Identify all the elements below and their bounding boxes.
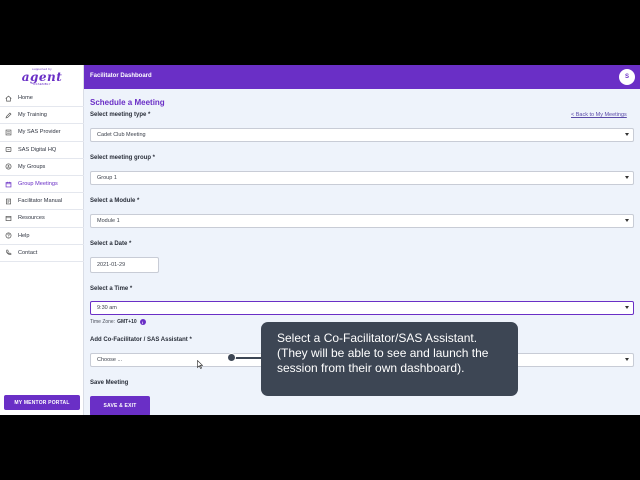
home-icon <box>5 95 12 102</box>
date-label: Select a Date * <box>90 241 132 247</box>
sidebar-item-sas-digital-hq[interactable]: SAS Digital HQ <box>0 142 84 159</box>
sidebar-item-my-sas-provider[interactable]: My SAS Provider <box>0 124 84 142</box>
chevron-down-icon <box>625 133 629 136</box>
sidebar-item-label: My SAS Provider <box>18 129 61 136</box>
tooltip-line-2: (They will be able to see and launch the <box>277 346 489 360</box>
pencil-icon <box>5 112 12 119</box>
sidebar-item-home[interactable]: Home <box>0 90 84 108</box>
sidebar-item-label: Resources <box>18 215 45 222</box>
meeting-group-label: Select meeting group * <box>90 155 156 161</box>
meeting-type-label: Select meeting type * <box>90 112 151 118</box>
sidebar-item-label: My Training <box>18 112 47 119</box>
timezone-info: Time Zone: GMT+10 i <box>90 319 146 325</box>
tooltip-line-1: Select a Co-Facilitator/SAS Assistant. <box>277 331 478 345</box>
mouse-cursor-icon <box>197 360 203 369</box>
module-label: Select a Module * <box>90 198 140 204</box>
sidebar-nav: Home My Training My SAS Provider SAS Dig… <box>0 90 84 262</box>
module-value: Module 1 <box>97 218 120 224</box>
date-value: 2021-01-29 <box>97 262 126 268</box>
tooltip-line-3: session from their own dashboard). <box>277 361 465 375</box>
chevron-down-icon <box>625 306 629 309</box>
sidebar-item-my-groups[interactable]: My Groups <box>0 159 84 176</box>
sidebar-item-label: SAS Digital HQ <box>18 146 57 153</box>
sidebar: supported by agent ASSEMBLY Home My Trai… <box>0 65 84 415</box>
resources-icon <box>5 215 12 221</box>
sidebar-item-resources[interactable]: Resources <box>0 210 84 228</box>
info-icon[interactable]: i <box>139 319 146 325</box>
user-avatar[interactable]: S <box>619 69 635 85</box>
tutorial-tooltip: Select a Co-Facilitator/SAS Assistant. (… <box>261 322 518 396</box>
sidebar-item-label: Facilitator Manual <box>18 198 63 205</box>
chevron-down-icon <box>625 176 629 179</box>
meeting-type-value: Cadet Club Meeting <box>97 132 146 138</box>
sidebar-item-label: Help <box>18 232 30 239</box>
save-meeting-heading: Save Meeting <box>90 380 129 386</box>
calendar-icon <box>5 181 12 187</box>
module-select[interactable]: Module 1 <box>90 214 634 228</box>
timezone-value: GMT+10 <box>117 319 137 325</box>
top-bar: Facilitator Dashboard S <box>84 65 640 89</box>
manual-icon <box>6 198 11 205</box>
logo-bottom-text: ASSEMBLY <box>33 82 51 86</box>
sidebar-item-help[interactable]: Help <box>0 228 84 245</box>
sidebar-item-label: Group Meetings <box>18 181 58 188</box>
time-label: Select a Time * <box>90 286 133 292</box>
timezone-label: Time Zone: <box>90 319 116 325</box>
chevron-down-icon <box>625 219 629 222</box>
sidebar-item-group-meetings[interactable]: Group Meetings <box>0 176 84 194</box>
time-select[interactable]: 9:30 am <box>90 301 634 315</box>
meeting-group-select[interactable]: Group 1 <box>90 171 634 185</box>
contact-icon <box>6 250 12 256</box>
time-value: 9:30 am <box>97 305 117 311</box>
tooltip-pointer-dot <box>227 353 236 362</box>
my-mentor-portal-button[interactable]: MY MENTOR PORTAL <box>4 395 80 410</box>
sidebar-item-contact[interactable]: Contact <box>0 245 84 262</box>
save-and-exit-button[interactable]: SAVE & EXIT <box>90 396 150 415</box>
meeting-group-value: Group 1 <box>97 175 117 181</box>
meeting-type-select[interactable]: Cadet Club Meeting <box>90 128 634 142</box>
cofacilitator-label: Add Co-Facilitator / SAS Assistant * <box>90 337 192 343</box>
sidebar-item-my-training[interactable]: My Training <box>0 107 84 125</box>
sidebar-item-label: Contact <box>18 249 38 256</box>
sidebar-item-facilitator-manual[interactable]: Facilitator Manual <box>0 193 84 211</box>
sidebar-item-label: My Groups <box>18 163 46 170</box>
header-title: Facilitator Dashboard <box>90 73 152 79</box>
provider-icon <box>5 129 12 136</box>
help-icon <box>5 232 12 239</box>
date-input[interactable]: 2021-01-29 <box>90 257 159 273</box>
sidebar-item-label: Home <box>18 95 33 102</box>
groups-icon <box>5 163 12 170</box>
hq-icon <box>5 147 12 153</box>
agent-logo[interactable]: supported by agent ASSEMBLY <box>0 65 84 89</box>
cofacilitator-value: Choose ... <box>97 357 123 363</box>
chevron-down-icon <box>625 358 629 361</box>
back-to-my-meetings-link[interactable]: < Back to My Meetings <box>571 112 627 118</box>
page-title: Schedule a Meeting <box>90 98 165 107</box>
